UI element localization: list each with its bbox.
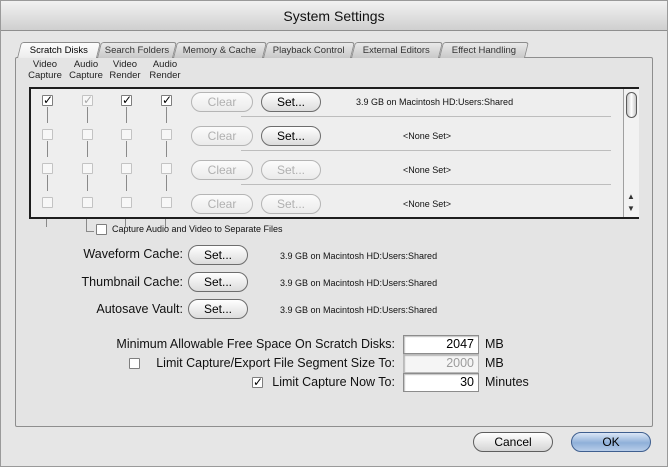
video-render-checkbox[interactable]: ✓ (121, 94, 132, 106)
capture-now-unit: Minutes (485, 375, 529, 389)
row-connector (166, 175, 167, 191)
column-header-line: Video (32, 59, 58, 70)
set-button[interactable]: Set... (261, 92, 321, 112)
audio-render-checkbox[interactable] (161, 129, 172, 140)
disk-location: <None Set> (403, 131, 452, 141)
tab-scratch-disks[interactable]: Scratch Disks (17, 42, 101, 58)
column-header-video-capture: Video Capture (23, 59, 67, 81)
scroll-up-icon[interactable]: ▲ (627, 192, 635, 201)
video-capture-checkbox[interactable] (42, 129, 53, 140)
row-connector (86, 219, 87, 231)
separate-files-label: Capture Audio and Video to Separate File… (112, 224, 283, 234)
capture-now-input[interactable]: 30 (403, 373, 479, 392)
video-capture-checkbox[interactable] (42, 163, 53, 174)
set-button[interactable]: Set... (261, 126, 321, 146)
scratch-disk-row: Clear Set... <None Set> (31, 157, 623, 191)
cancel-button[interactable]: Cancel (473, 432, 553, 452)
tab-playback-control[interactable]: Playback Control (263, 42, 355, 58)
min-free-space-input[interactable]: 2047 (403, 335, 479, 354)
scratch-disk-row: ✓ ✓ ✓ ✓ Clear Set... 3.9 GB on Macintosh… (31, 89, 623, 123)
capture-now-checkbox[interactable]: ✓ (252, 376, 263, 388)
row-connector (166, 107, 167, 123)
autosave-vault-location: 3.9 GB on Macintosh HD:Users:Shared (280, 305, 438, 315)
thumbnail-cache-label: Thumbnail Cache: (81, 275, 183, 289)
disk-location: 3.9 GB on Macintosh HD:Users:Shared (356, 97, 514, 107)
clear-button[interactable]: Clear (191, 160, 253, 180)
segment-size-label: Limit Capture/Export File Segment Size T… (156, 356, 395, 370)
column-header-video-render: Video Render (103, 59, 147, 81)
column-header-line: Capture (28, 70, 62, 81)
column-header-line: Video (112, 59, 138, 70)
set-button[interactable]: Set... (261, 160, 321, 180)
video-capture-checkbox[interactable] (42, 197, 53, 208)
set-button[interactable]: Set... (261, 194, 321, 214)
scratch-disk-list: ✓ ✓ ✓ ✓ Clear Set... 3.9 GB on Macintosh… (29, 87, 639, 219)
row-connector (87, 141, 88, 157)
audio-capture-checkbox[interactable] (82, 129, 93, 140)
row-connector (47, 107, 48, 123)
audio-render-checkbox[interactable]: ✓ (161, 94, 172, 106)
row-connector (87, 175, 88, 191)
video-render-checkbox[interactable] (121, 197, 132, 208)
ok-button[interactable]: OK (571, 432, 651, 452)
separate-files-checkbox[interactable] (96, 224, 107, 235)
video-capture-checkbox[interactable]: ✓ (42, 94, 53, 106)
row-divider (241, 116, 611, 117)
disk-location: <None Set> (403, 165, 452, 175)
video-render-checkbox[interactable] (121, 129, 132, 140)
audio-capture-checkbox[interactable]: ✓ (82, 94, 93, 106)
column-header-line: Render (109, 70, 141, 81)
segment-size-checkbox[interactable] (129, 358, 140, 369)
scroll-down-icon[interactable]: ▼ (627, 204, 635, 213)
row-connector (87, 107, 88, 123)
clear-button[interactable]: Clear (191, 92, 253, 112)
row-connector (47, 175, 48, 191)
waveform-cache-location: 3.9 GB on Macintosh HD:Users:Shared (280, 251, 438, 261)
scratch-disk-row: Clear Set... <None Set> (31, 123, 623, 157)
disk-list-scrollbar[interactable]: ▲ ▼ (623, 89, 639, 217)
window-title: System Settings (1, 1, 667, 31)
clear-button[interactable]: Clear (191, 126, 253, 146)
row-connector (166, 141, 167, 157)
clear-button[interactable]: Clear (191, 194, 253, 214)
row-divider (241, 150, 611, 151)
video-render-checkbox[interactable] (121, 163, 132, 174)
column-header-line: Capture (69, 70, 103, 81)
min-free-space-unit: MB (485, 337, 504, 351)
row-connector (126, 141, 127, 157)
column-header-audio-capture: Audio Capture (64, 59, 108, 81)
scratch-disk-row: Clear Set... <None Set> (31, 191, 623, 225)
tab-external-editors[interactable]: External Editors (351, 42, 443, 58)
waveform-cache-set-button[interactable]: Set... (188, 245, 248, 265)
tab-memory-cache[interactable]: Memory & Cache (173, 42, 267, 58)
thumbnail-cache-location: 3.9 GB on Macintosh HD:Users:Shared (280, 278, 438, 288)
audio-render-checkbox[interactable] (161, 197, 172, 208)
segment-size-unit: MB (485, 356, 504, 370)
autosave-vault-set-button[interactable]: Set... (188, 299, 248, 319)
row-connector (47, 141, 48, 157)
disk-location: <None Set> (403, 199, 452, 209)
row-connector (86, 231, 94, 232)
min-free-space-label: Minimum Allowable Free Space On Scratch … (116, 337, 395, 351)
row-connector (126, 175, 127, 191)
scroll-thumb[interactable] (626, 92, 637, 118)
row-divider (241, 184, 611, 185)
system-settings-window: System Settings Scratch Disks Search Fol… (0, 0, 668, 467)
capture-now-label: Limit Capture Now To: (272, 375, 395, 389)
column-header-audio-render: Audio Render (143, 59, 187, 81)
audio-render-checkbox[interactable] (161, 163, 172, 174)
tab-effect-handling[interactable]: Effect Handling (439, 42, 529, 58)
segment-size-input[interactable]: 2000 (403, 354, 479, 373)
tab-search-folders[interactable]: Search Folders (97, 42, 177, 58)
audio-capture-checkbox[interactable] (82, 163, 93, 174)
waveform-cache-label: Waveform Cache: (83, 247, 183, 261)
autosave-vault-label: Autosave Vault: (96, 302, 183, 316)
thumbnail-cache-set-button[interactable]: Set... (188, 272, 248, 292)
audio-capture-checkbox[interactable] (82, 197, 93, 208)
column-header-line: Audio (152, 59, 178, 70)
row-connector (46, 219, 47, 227)
row-connector (126, 107, 127, 123)
column-header-line: Audio (73, 59, 99, 70)
column-header-line: Render (149, 70, 181, 81)
